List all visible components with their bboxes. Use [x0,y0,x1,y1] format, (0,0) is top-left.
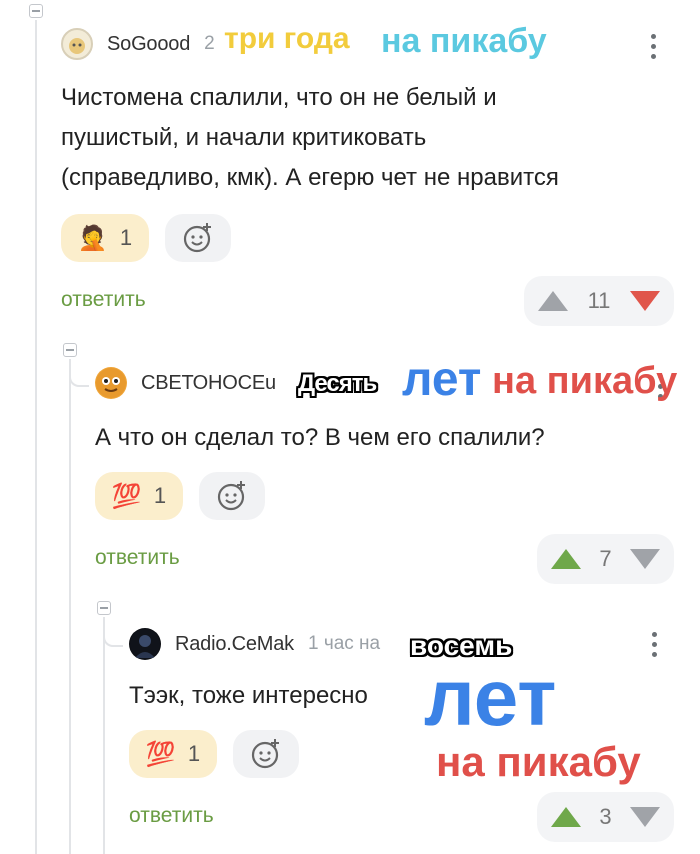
overlay-caption: лет [424,653,557,742]
add-reaction-button[interactable] [233,730,299,778]
add-emoji-icon [183,223,211,253]
add-emoji-icon [251,739,279,769]
comment-text: Тээк, тоже интересно [129,682,368,709]
reply-link[interactable]: ответить [61,288,146,312]
vote-widget: 3 [537,792,674,842]
upvote-icon[interactable] [538,291,568,311]
comment-header: СВЕТОНОСЕu [95,367,290,399]
hundred-points-emoji-icon: 💯 [145,740,176,768]
overlay-caption: на пикабу [381,22,547,60]
comment-meta: 2 [204,33,215,54]
collapse-toggle[interactable] [63,343,77,357]
comment-header: SoGoood 2 [61,28,215,60]
overlay-caption: на пикабу [492,360,678,402]
comment-header: Radio.CeMak 1 час на [129,628,380,660]
collapse-toggle[interactable] [97,601,111,615]
reply-link[interactable]: ответить [95,546,180,570]
reaction-count: 1 [187,741,201,766]
hundred-points-emoji-icon: 💯 [111,482,142,510]
add-reaction-button[interactable] [165,214,231,262]
add-reaction-button[interactable] [199,472,265,520]
avatar[interactable] [129,628,161,660]
facepalm-emoji-icon: 🤦 [77,224,108,252]
downvote-icon[interactable] [630,549,660,569]
thread-line [35,20,37,854]
vote-widget: 7 [537,534,674,584]
more-options-icon[interactable] [649,34,657,59]
reaction-count: 1 [153,483,167,508]
vote-score: 11 [587,288,611,313]
downvote-icon[interactable] [630,291,660,311]
upvote-icon[interactable] [551,807,581,827]
comment-meta: 1 час на [307,633,381,654]
overlay-caption: три года [224,22,350,55]
thread-line [103,617,105,854]
reaction-button[interactable]: 💯 1 [95,472,183,520]
overlay-caption: Десять [298,370,377,397]
thread-connector [103,617,123,647]
upvote-icon[interactable] [551,549,581,569]
author-name[interactable]: SoGoood [107,33,190,56]
author-name[interactable]: СВЕТОНОСЕu [141,372,276,395]
comment-text: Чистомена спалили, что он не белый и пуш… [61,84,559,191]
overlay-caption: лет [402,353,482,406]
author-name[interactable]: Radio.CeMak [175,633,294,656]
reaction-button[interactable]: 💯 1 [129,730,217,778]
vote-score: 7 [599,546,612,571]
add-emoji-icon [217,481,245,511]
avatar[interactable] [95,367,127,399]
avatar[interactable] [61,28,93,60]
reaction-count: 1 [119,225,133,250]
more-options-icon[interactable] [650,632,658,657]
comment-text: А что он сделал то? В чем его спалили? [95,424,545,451]
thread-line [69,359,71,854]
thread-connector [69,359,89,387]
vote-score: 3 [599,804,612,829]
reply-link[interactable]: ответить [129,804,214,828]
collapse-toggle[interactable] [29,4,43,18]
downvote-icon[interactable] [630,807,660,827]
overlay-caption: на пикабу [436,738,641,785]
vote-widget: 11 [524,276,674,326]
reaction-button[interactable]: 🤦 1 [61,214,149,262]
